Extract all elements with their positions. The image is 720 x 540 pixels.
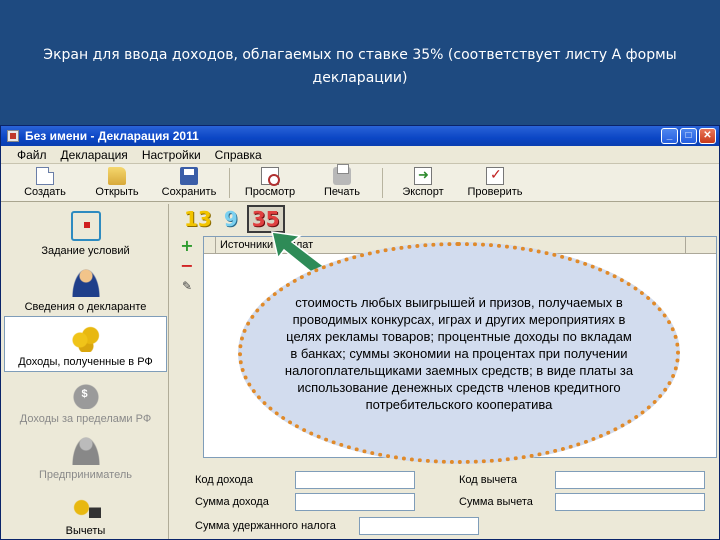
sidebar-item-label: Доходы, полученные в РФ (18, 356, 153, 368)
app-icon (7, 130, 19, 142)
row-tools: + − ✎ (179, 238, 195, 298)
menu-file[interactable]: Файл (17, 148, 47, 162)
new-document-icon (36, 167, 54, 185)
toolbar-separator (229, 168, 230, 198)
withheld-tax-label: Сумма удержанного налога (195, 520, 336, 532)
export-label: Экспорт (402, 186, 444, 198)
deduction-code-input[interactable] (555, 471, 705, 489)
sidebar-item-label: Предприниматель (38, 469, 132, 481)
print-button[interactable]: Печать (306, 164, 378, 201)
rate-tab-13[interactable]: 13 (181, 207, 215, 231)
preview-label: Просмотр (244, 186, 296, 198)
menu-declaration[interactable]: Декларация (61, 148, 128, 162)
window-title: Без имени - Декларация 2011 (25, 129, 199, 143)
sidebar-item-conditions[interactable]: Задание условий (3, 204, 168, 260)
tax-rate-tabs: 13 9 35 (173, 204, 719, 234)
sidebar-item-declarant[interactable]: Сведения о декларанте (3, 260, 168, 316)
export-icon (414, 167, 432, 185)
slide-title: Экран для ввода доходов, облагаемых по с… (43, 47, 677, 86)
sidebar-item-deductions[interactable]: Вычеты (3, 484, 168, 539)
create-label: Создать (24, 186, 66, 198)
edit-icon[interactable]: ✎ (179, 278, 195, 294)
window-titlebar[interactable]: Без имени - Декларация 2011 _ □ ✕ (1, 126, 719, 146)
deduction-sum-input[interactable] (555, 493, 705, 511)
income-sum-label: Сумма дохода (195, 496, 269, 508)
income-code-label: Код дохода (195, 474, 253, 486)
print-label: Печать (323, 186, 361, 198)
sidebar-item-entrepreneur[interactable]: Предприниматель (3, 428, 168, 484)
income-code-input[interactable] (295, 471, 415, 489)
deductions-icon (70, 491, 101, 521)
add-icon[interactable]: + (179, 238, 195, 254)
open-label: Открыть (95, 186, 139, 198)
minimize-button[interactable]: _ (661, 128, 678, 144)
sidebar-item-income-abroad[interactable]: Доходы за пределами РФ (3, 372, 168, 428)
preview-button[interactable]: Просмотр (234, 165, 306, 201)
withheld-tax-input[interactable] (359, 517, 479, 535)
money-bag-icon (70, 379, 101, 409)
print-icon (333, 164, 351, 185)
check-button[interactable]: Проверить (459, 165, 531, 201)
sidebar-item-label: Доходы за пределами РФ (19, 413, 152, 425)
open-button[interactable]: Открыть (81, 165, 153, 201)
menu-settings[interactable]: Настройки (142, 148, 201, 162)
rate-tab-9[interactable]: 9 (221, 207, 241, 231)
sidebar-item-income-rf[interactable]: Доходы, полученные в РФ (4, 316, 167, 372)
menu-bar: Файл Декларация Настройки Справка (1, 146, 719, 164)
callout-text: стоимость любых выигрышей и призов, полу… (284, 294, 634, 412)
check-icon (486, 166, 504, 185)
toolbar: Создать Открыть Сохранить Просмотр Печат… (1, 164, 719, 202)
person-icon (70, 267, 101, 297)
sidebar-item-label: Задание условий (41, 245, 130, 257)
open-folder-icon (108, 167, 126, 185)
menu-help[interactable]: Справка (215, 148, 262, 162)
header-marker-cell (204, 237, 216, 253)
check-label: Проверить (467, 186, 523, 198)
sidebar-item-label: Сведения о декларанте (24, 301, 147, 313)
close-button[interactable]: ✕ (699, 128, 716, 144)
export-button[interactable]: Экспорт (387, 165, 459, 201)
remove-icon[interactable]: − (179, 258, 195, 274)
maximize-button[interactable]: □ (680, 128, 697, 144)
save-icon (180, 167, 198, 185)
deduction-sum-label: Сумма вычета (459, 496, 533, 508)
income-sum-input[interactable] (295, 493, 415, 511)
businessman-icon (70, 435, 101, 465)
toolbar-separator (382, 168, 383, 198)
create-button[interactable]: Создать (9, 165, 81, 201)
deduction-code-label: Код вычета (459, 474, 518, 486)
coins-icon (70, 322, 101, 352)
sidebar: Задание условий Сведения о декларанте До… (3, 204, 169, 539)
info-callout: стоимость любых выигрышей и призов, полу… (238, 242, 680, 464)
conditions-tree-icon (70, 211, 101, 241)
save-button[interactable]: Сохранить (153, 165, 225, 201)
sidebar-item-label: Вычеты (65, 525, 106, 537)
preview-icon (261, 167, 280, 186)
save-label: Сохранить (161, 186, 217, 198)
income-form: Код дохода Сумма дохода Код вычета Сумма… (177, 466, 717, 539)
